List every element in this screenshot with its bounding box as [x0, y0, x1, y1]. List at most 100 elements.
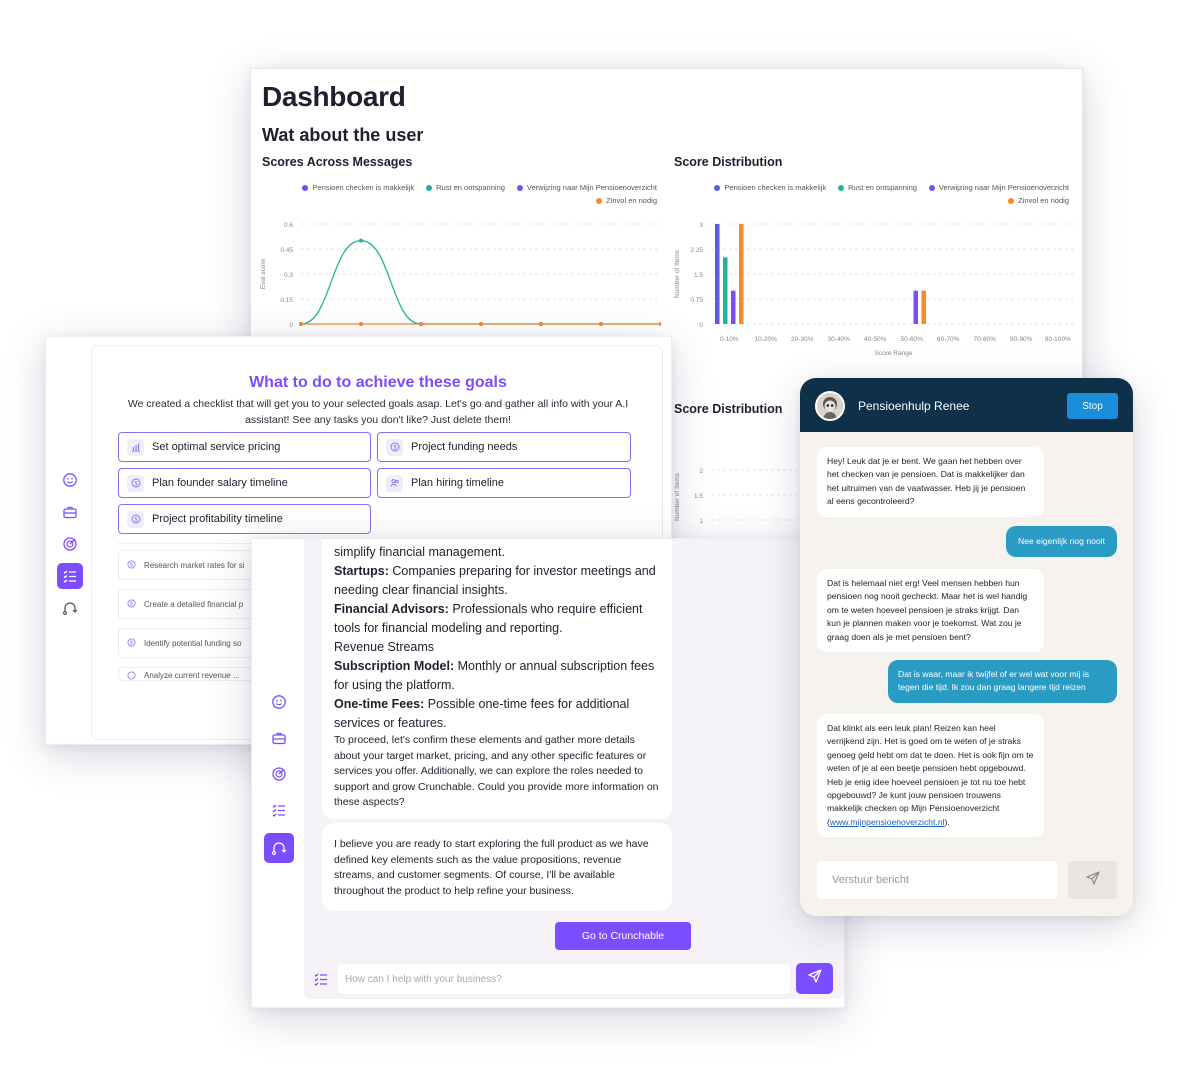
smiley-icon[interactable]	[266, 689, 292, 715]
section-title: Wat about the user	[262, 125, 424, 145]
x-tick-label: 70-80%	[974, 336, 997, 343]
goal-label: Project profitability timeline	[152, 513, 283, 525]
user-message: Nee eigenlijk nog nooit	[1006, 526, 1117, 558]
legend-label: Rust en ontspanning	[848, 183, 917, 192]
legend-label: Verwijzing naar Mijn Pensioenoverzicht	[938, 183, 1069, 192]
assistant-message: Dat is helemaal niet erg! Veel mensen he…	[817, 569, 1044, 653]
y-tick-label: 1.5	[694, 493, 703, 500]
dollar-icon: $	[127, 598, 136, 610]
legend-swatch	[596, 197, 603, 204]
target-icon[interactable]	[57, 531, 83, 557]
y-tick-label: 1.5	[694, 272, 703, 279]
legend-item: Rust en ontspanning	[838, 183, 917, 192]
task-label: Analyze current revenue ...	[144, 671, 240, 680]
legend-label: Zinvol en nodig	[1018, 196, 1069, 205]
goal-label: Plan founder salary timeline	[152, 477, 288, 489]
dollar-icon: $	[127, 559, 136, 571]
legend-item: Verwijzing naar Mijn Pensioenoverzicht	[516, 183, 657, 192]
y-tick-label: 0	[289, 322, 293, 329]
legend-label: Zinvol en nodig	[606, 196, 657, 205]
chat-main: simplify financial management. Startups:…	[304, 539, 844, 999]
legend-item: Pensioen checken is makkelijk	[302, 183, 414, 192]
assistant-message: I believe you are ready to start explori…	[322, 823, 672, 911]
goal-item[interactable]: $ Plan founder salary timeline	[118, 468, 371, 498]
chat-input[interactable]: How can I help with your business?	[338, 964, 790, 994]
pension-link[interactable]: www.mijnpensioenoverzicht.nl	[830, 817, 945, 827]
legend-label: Pensioen checken is makkelijk	[312, 183, 415, 192]
task-label: Identify potential funding so	[144, 638, 242, 648]
x-tick-label: 90-100%	[1045, 336, 1071, 343]
assistant-name: Pensioenhulp Renee	[858, 399, 970, 413]
message-input[interactable]: Verstuur bericht	[817, 861, 1058, 899]
send-icon	[1085, 870, 1101, 891]
legend-item: Pensioen checken is makkelijk	[714, 183, 826, 192]
data-point	[299, 322, 303, 326]
task-item[interactable]: $ Research market rates for si	[118, 550, 258, 580]
message-text: I believe you are ready to start explori…	[334, 838, 649, 897]
data-point	[359, 322, 363, 326]
checklist-icon[interactable]	[313, 971, 329, 992]
y-tick-label: 2.25	[690, 247, 703, 254]
bar	[913, 290, 918, 324]
message-line: Financial Advisors: Professionals who re…	[334, 602, 643, 635]
goal-item[interactable]: $ Project profitability timeline	[118, 504, 371, 534]
route-icon[interactable]	[57, 595, 83, 621]
users-icon	[386, 474, 403, 492]
goal-label: Plan hiring timeline	[411, 477, 504, 489]
x-tick-label: 20-30%	[791, 336, 814, 343]
goal-item[interactable]: Plan hiring timeline	[377, 468, 631, 498]
briefcase-icon[interactable]	[266, 725, 292, 751]
legend-swatch	[714, 184, 721, 191]
send-button[interactable]	[796, 963, 833, 994]
y-axis-label: Number of Items	[674, 472, 681, 521]
chat-sidebar	[264, 689, 294, 869]
svg-text:$: $	[130, 601, 133, 607]
route-icon[interactable]	[264, 833, 294, 863]
legend-swatch	[1008, 197, 1015, 204]
send-button[interactable]	[1068, 861, 1117, 899]
legend-item: Zinvol en nodig	[1008, 196, 1069, 205]
chart-title-distribution: Score Distribution	[674, 155, 783, 169]
y-tick-label: 0.45	[280, 247, 293, 254]
data-point	[419, 322, 423, 326]
goals-sidebar	[57, 467, 83, 627]
legend-swatch	[426, 184, 433, 191]
pensioenhulp-chat-window: Pensioenhulp Renee Stop Hey! Leuk dat je…	[800, 378, 1133, 916]
briefcase-icon[interactable]	[57, 499, 83, 525]
task-item[interactable]: $ Create a detailed financial p	[118, 589, 258, 619]
smiley-icon[interactable]	[57, 467, 83, 493]
message-text: ).	[944, 816, 950, 827]
dollar-icon: $	[386, 438, 403, 456]
legend-swatch	[838, 184, 845, 191]
goal-item[interactable]: $ Project funding needs	[377, 432, 631, 462]
legend-item: Rust en ontspanning	[426, 183, 505, 192]
svg-text:$: $	[130, 562, 133, 568]
x-tick-label: 60-70%	[937, 336, 960, 343]
go-to-crunchable-button[interactable]: Go to Crunchable	[555, 922, 691, 950]
bar	[921, 290, 926, 324]
message-line: One-time Fees: Possible one-time fees fo…	[334, 697, 630, 730]
message-text: To proceed, let's confirm these elements…	[334, 734, 659, 808]
y-tick-label: 0.75	[690, 297, 703, 304]
checklist-icon[interactable]	[266, 797, 292, 823]
goals-subtitle: We created a checklist that will get you…	[127, 398, 629, 426]
assistant-message: Hey! Leuk dat je er bent. We gaan het he…	[817, 447, 1044, 517]
legend-label: Pensioen checken is makkelijk	[724, 183, 827, 192]
avatar	[815, 391, 845, 421]
checklist-icon[interactable]	[57, 563, 83, 589]
dashboard-title: Dashboard	[262, 81, 406, 112]
task-item[interactable]: $ Identify potential funding so	[118, 628, 258, 658]
x-tick-label: 80-90%	[1010, 336, 1033, 343]
task-label: Create a detailed financial p	[144, 599, 244, 609]
stop-button[interactable]: Stop	[1067, 393, 1118, 419]
legend-item: Zinvol en nodig	[596, 196, 657, 205]
message-line: Startups: Companies preparing for invest…	[334, 564, 656, 597]
legend-swatch	[302, 184, 309, 191]
svg-text:$: $	[130, 640, 133, 646]
legend-item: Verwijzing naar Mijn Pensioenoverzicht	[928, 183, 1069, 192]
target-icon[interactable]	[266, 761, 292, 787]
send-icon	[807, 968, 823, 989]
goal-item[interactable]: Set optimal service pricing	[118, 432, 371, 462]
task-item[interactable]: Analyze current revenue ...	[118, 667, 258, 681]
chart-legend: Pensioen checken is makkelijk Rust en ont…	[674, 183, 1069, 205]
